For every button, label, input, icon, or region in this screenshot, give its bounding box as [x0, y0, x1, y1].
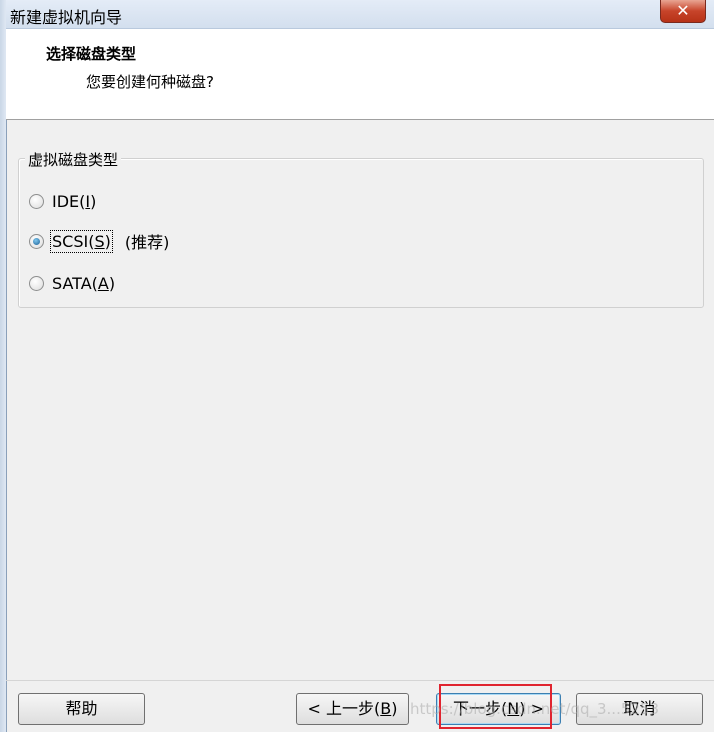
radio-label-scsi[interactable]: SCSI(S) — [50, 229, 113, 253]
wizard-header: 选择磁盘类型 您要创建何种磁盘? — [6, 29, 714, 120]
radio-button-ide[interactable] — [29, 193, 44, 209]
next-button[interactable]: 下一步(N) > — [436, 693, 561, 725]
radio-button-scsi[interactable] — [29, 233, 44, 249]
window-title: 新建虚拟机向导 — [10, 8, 123, 27]
group-legend: 虚拟磁盘类型 — [25, 149, 122, 170]
radio-button-sata[interactable] — [29, 275, 44, 291]
back-button[interactable]: < 上一步(B) — [296, 693, 409, 725]
radio-label-sata[interactable]: SATA(A) — [52, 274, 115, 293]
cancel-button[interactable]: 取消 — [576, 693, 703, 725]
title-bar[interactable]: 新建虚拟机向导 ✕ — [6, 0, 714, 29]
close-button[interactable]: ✕ — [660, 0, 706, 23]
recommended-hint: (推荐) — [124, 233, 170, 252]
new-vm-wizard-window: 新建虚拟机向导 ✕ 选择磁盘类型 您要创建何种磁盘? 虚拟磁盘类型 IDE(I)… — [0, 0, 714, 732]
radio-sata[interactable]: SATA(A) — [29, 272, 115, 294]
disk-type-group: 虚拟磁盘类型 IDE(I) SCSI(S) (推荐) SATA(A) — [18, 149, 704, 308]
button-bar-separator — [6, 680, 714, 681]
radio-label-ide[interactable]: IDE(I) — [52, 192, 96, 211]
page-title: 选择磁盘类型 — [46, 45, 137, 63]
radio-ide[interactable]: IDE(I) — [29, 190, 96, 212]
radio-scsi[interactable]: SCSI(S) (推荐) — [29, 229, 170, 253]
page-subtitle: 您要创建何种磁盘? — [86, 73, 214, 91]
close-icon: ✕ — [676, 1, 690, 20]
help-button[interactable]: 帮助 — [18, 693, 145, 725]
